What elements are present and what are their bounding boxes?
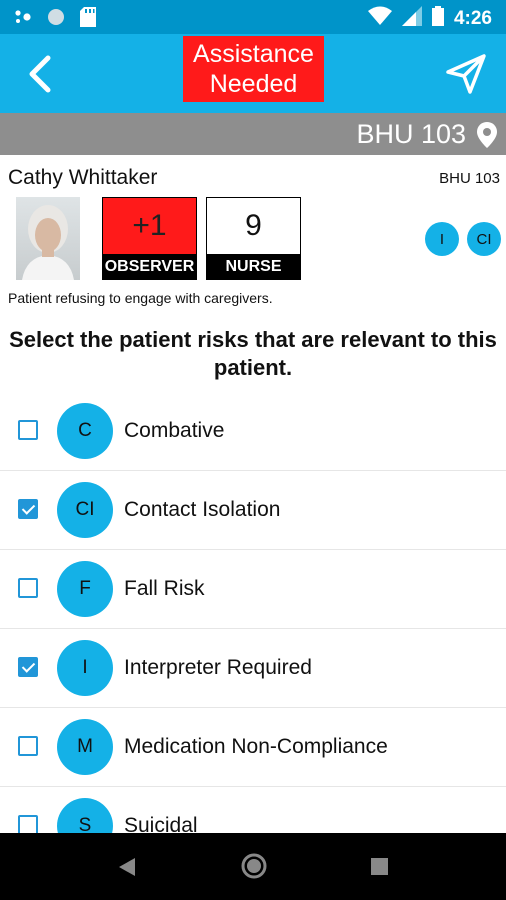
risk-chip-contact-isolation: CI [467,222,501,256]
back-arrow-icon[interactable] [22,52,62,96]
risk-row-contact-isolation[interactable]: CI Contact Isolation [0,471,506,550]
circle-notification-icon [46,7,66,32]
wifi-icon [367,6,392,31]
observer-score-box: +1 OBSERVER [102,197,197,280]
assistant-dots-icon [14,8,32,31]
risk-abbr-badge: C [57,403,113,459]
risk-checkbox[interactable] [18,736,38,756]
app-bar: Assistance Needed [0,34,506,113]
risk-abbr-badge: S [57,798,113,833]
risk-label: Interpreter Required [124,656,312,679]
risk-label: Contact Isolation [124,498,281,521]
risk-label: Fall Risk [124,577,205,600]
nav-recents-icon[interactable] [371,858,388,875]
nurse-score-box: 9 NURSE [206,197,301,280]
alert-line-2: Needed [209,70,298,98]
risk-row-medication-non-compliance[interactable]: M Medication Non-Compliance [0,708,506,787]
location-pin-icon[interactable] [476,121,498,149]
risk-row-combative[interactable]: C Combative [0,392,506,471]
sd-card-icon [80,7,96,32]
risk-label: Suicidal [124,814,198,833]
risk-row-suicidal[interactable]: S Suicidal [0,787,506,833]
patient-name: Cathy Whittaker [8,166,158,189]
risk-row-fall-risk[interactable]: F Fall Risk [0,550,506,629]
nav-home-icon[interactable] [240,852,268,880]
assistance-needed-alert[interactable]: Assistance Needed [183,36,324,102]
risk-label: Medication Non-Compliance [124,735,388,758]
risk-list: C Combative CI Contact Isolation F Fall … [0,392,506,833]
cell-signal-icon [401,6,422,31]
send-icon[interactable] [444,52,488,96]
risk-abbr-badge: M [57,719,113,775]
risk-checkbox[interactable] [18,578,38,598]
risk-label: Combative [124,419,225,442]
battery-icon [431,6,444,31]
risk-abbr-badge: I [57,640,113,696]
patient-room: BHU 103 [439,170,500,187]
risk-checkbox[interactable] [18,420,38,440]
status-bar: 4:26 [0,0,506,34]
alert-line-1: Assistance [193,40,314,68]
risk-checkbox[interactable] [18,499,38,519]
observer-score: +1 [103,198,196,254]
clock-time: 4:26 [453,7,492,29]
risk-checkbox[interactable] [18,815,38,833]
nav-back-icon[interactable] [118,857,136,877]
risk-abbr-badge: CI [57,482,113,538]
section-heading: Select the patient risks that are releva… [9,327,497,380]
system-nav-bar [0,833,506,900]
location-bar: BHU 103 [0,113,506,155]
patient-note: Patient refusing to engage with caregive… [8,290,273,306]
nurse-label: NURSE [207,254,300,280]
risk-checkbox[interactable] [18,657,38,677]
observer-label: OBSERVER [103,254,196,280]
risk-abbr-badge: F [57,561,113,617]
patient-avatar [16,197,80,280]
risk-row-interpreter-required[interactable]: I Interpreter Required [0,629,506,708]
location-room: BHU 103 [356,119,466,149]
nurse-score: 9 [207,198,300,254]
risk-chip-interpreter: I [425,222,459,256]
